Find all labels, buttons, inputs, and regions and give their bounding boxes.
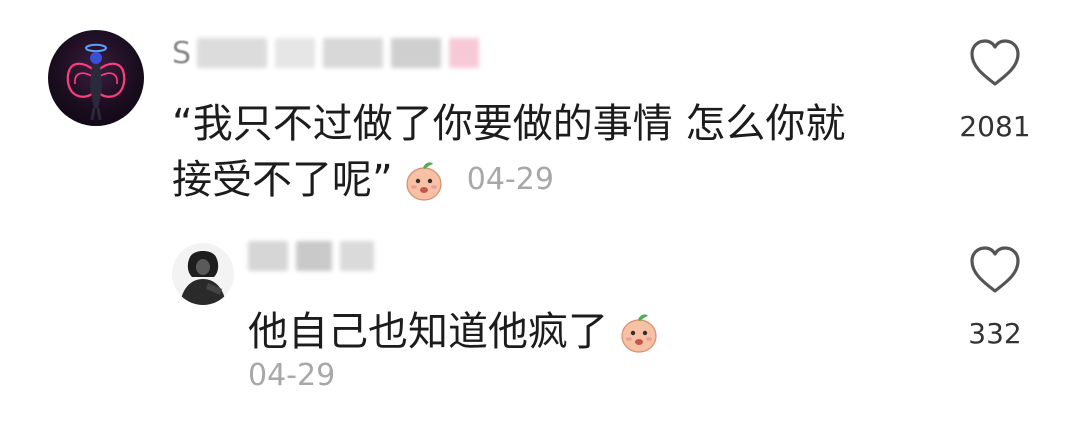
- redacted-block: [275, 38, 316, 68]
- comment-date: 04-29: [466, 162, 554, 197]
- redacted-block: [449, 38, 480, 68]
- peach-emoji-icon: [406, 162, 442, 201]
- like-group: 332: [950, 245, 1040, 350]
- figure-avatar-image: [172, 243, 234, 305]
- like-count: 2081: [959, 110, 1031, 143]
- comment-text-line: “我只不过做了你要做的事情 怎么你就: [172, 101, 846, 147]
- redacted-block: [391, 38, 442, 68]
- redacted-block: [248, 241, 288, 271]
- avatar[interactable]: [48, 30, 144, 126]
- comment-text-line: 接受不了呢”: [172, 157, 393, 203]
- peach-emoji-icon: [621, 314, 657, 353]
- username-redacted[interactable]: S: [172, 35, 487, 71]
- comment-body[interactable]: “我只不过做了你要做的事情 怎么你就 接受不了呢” 04-29: [172, 96, 932, 208]
- redacted-block: [197, 38, 268, 68]
- like-group: 2081: [950, 38, 1040, 143]
- comment-text-row: 接受不了呢” 04-29: [172, 152, 932, 208]
- redacted-block: [340, 241, 374, 271]
- reply-body[interactable]: 他自己也知道他疯了: [248, 304, 662, 360]
- avatar[interactable]: [172, 243, 234, 305]
- redacted-block: [323, 38, 384, 68]
- username-redacted[interactable]: [248, 239, 382, 273]
- redacted-block: [296, 241, 332, 271]
- reply-text: 他自己也知道他疯了: [248, 309, 608, 355]
- reply-item: 他自己也知道他疯了 04-29 332: [0, 225, 1080, 435]
- comment-item: S “我只不过做了你要做的事情 怎么你就 接受不了呢” 04-29 2081: [0, 0, 1080, 220]
- heart-outline-icon[interactable]: [968, 38, 1022, 88]
- reply-date: 04-29: [248, 358, 336, 393]
- like-count: 332: [968, 317, 1022, 350]
- reply-text-row: 他自己也知道他疯了: [248, 304, 662, 360]
- angel-neon-avatar-image: [66, 43, 126, 121]
- username-initial: S: [172, 35, 192, 71]
- heart-outline-icon[interactable]: [968, 245, 1022, 295]
